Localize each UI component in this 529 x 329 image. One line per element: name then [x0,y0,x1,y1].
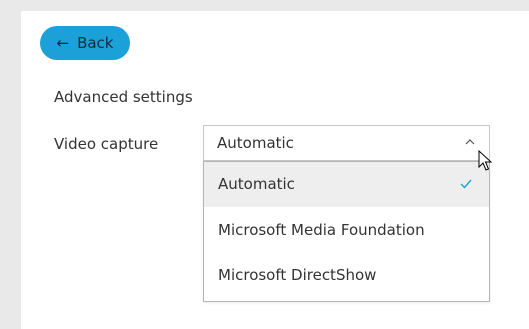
arrow-left-icon: ← [56,33,70,52]
settings-panel: ← Back Advanced settings Video capture A… [21,11,529,329]
back-button[interactable]: ← Back [40,26,130,60]
option-label: Microsoft DirectShow [218,266,377,284]
video-capture-label: Video capture [54,135,159,153]
video-capture-dropdown: Automatic Microsoft Media Foundation Mic… [203,161,490,302]
option-label: Automatic [218,175,295,193]
option-label: Microsoft Media Foundation [218,221,425,239]
option-microsoft-media-foundation[interactable]: Microsoft Media Foundation [204,208,489,253]
mouse-pointer-icon [478,150,492,171]
checkmark-icon [460,179,472,189]
video-capture-select[interactable]: Automatic [203,125,490,161]
option-microsoft-directshow[interactable]: Microsoft DirectShow [204,253,489,298]
section-title: Advanced settings [54,88,193,106]
chevron-up-icon [465,139,475,145]
back-button-label: Back [77,34,114,52]
video-capture-selected-value: Automatic [217,134,294,152]
option-automatic[interactable]: Automatic [204,162,489,207]
